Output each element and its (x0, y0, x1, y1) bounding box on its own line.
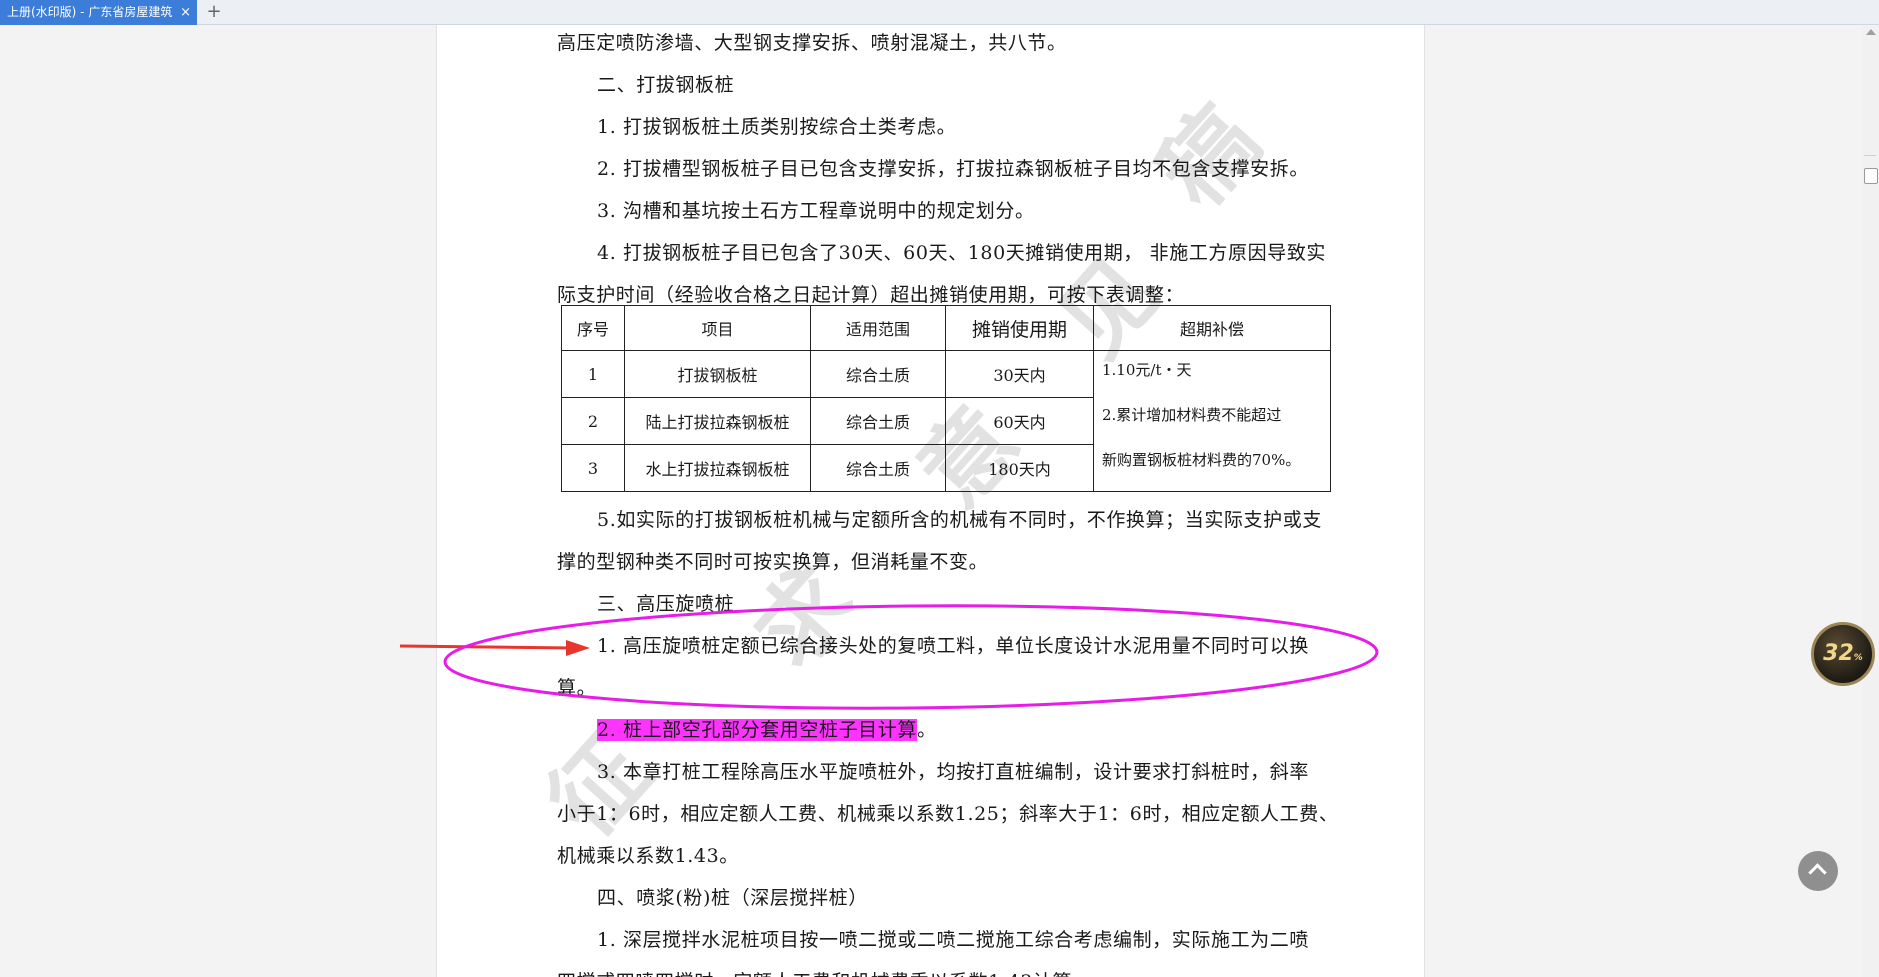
new-tab-button[interactable]: + (203, 0, 225, 24)
table-cell: 2 (561, 397, 625, 445)
paragraph: 四搅或四喷四搅时，定额人工费和机械费乘以系数1.43计算。 (557, 967, 1092, 977)
table-header-cell: 项目 (624, 305, 811, 351)
table-cell: 60天内 (945, 397, 1094, 445)
close-icon[interactable]: × (180, 0, 191, 25)
scroll-marker (1864, 155, 1876, 156)
scroll-up-icon[interactable] (1866, 29, 1876, 35)
table-header-cell: 适用范围 (810, 305, 946, 351)
section-heading: 四、喷浆(粉)桩（深层搅拌桩） (597, 887, 868, 909)
watermark-char: 稿 (1138, 86, 1280, 227)
remark-line: 2.累计增加材料费不能超过 (1102, 406, 1282, 424)
paragraph: 3. 沟槽和基坑按土石方工程章说明中的规定划分。 (597, 200, 1035, 222)
table-cell: 综合土质 (810, 397, 946, 445)
paragraph: 1. 深层搅拌水泥桩项目按一喷二搅或二喷二搅施工综合考虑编制，实际施工为二喷 (597, 929, 1309, 951)
table-cell: 180天内 (945, 444, 1094, 492)
section-heading: 三、高压旋喷桩 (597, 593, 735, 615)
table-cell: 打拔钢板桩 (624, 350, 811, 398)
table-row: 1 打拔钢板桩 综合土质 30天内 1.10元/t・天 2.累计增加材料费不能超… (561, 350, 1331, 492)
paragraph: 撑的型钢种类不同时可按实换算，但消耗量不变。 (557, 551, 989, 573)
paragraph: 1. 打拔钢板桩土质类别按综合土类考虑。 (597, 116, 957, 138)
table-header-cell: 超期补偿 (1093, 305, 1331, 351)
highlighted-paragraph: 2. 桩上部空孔部分套用空桩子目计算。 (597, 715, 937, 742)
table-cell: 1 (561, 350, 625, 398)
paragraph: 算。 (557, 677, 597, 699)
table-cell: 综合土质 (810, 444, 946, 492)
zoom-value: 32 (1823, 641, 1854, 666)
document-tab[interactable]: 上册(水印版) - 广东省房屋建筑 × (0, 0, 197, 25)
table-header-row: 序号 项目 适用范围 摊销使用期 超期补偿 (561, 305, 1331, 351)
table-cell: 综合土质 (810, 350, 946, 398)
back-to-top-button[interactable] (1798, 851, 1838, 891)
paragraph: 5.如实际的打拔钢板桩机械与定额所含的机械有不同时，不作换算；当实际支护或支 (597, 509, 1322, 531)
remark-line: 1.10元/t・天 (1102, 361, 1192, 379)
table-header-cell: 摊销使用期 (945, 305, 1094, 351)
period: 。 (916, 719, 937, 741)
compensation-table: 序号 项目 适用范围 摊销使用期 超期补偿 1 打拔钢板桩 综合土质 30天内 … (561, 305, 1331, 492)
tab-bar: 上册(水印版) - 广东省房屋建筑 × + (0, 0, 1879, 25)
paragraph: 高压定喷防渗墙、大型钢支撑安拆、喷射混凝土，共八节。 (557, 32, 1067, 54)
paragraph: 小于1：6时，相应定额人工费、机械乘以系数1.25；斜率大于1：6时，相应定额人… (557, 803, 1339, 825)
paragraph: 机械乘以系数1.43。 (557, 845, 739, 867)
table-cell: 陆上打拔拉森钢板桩 (624, 397, 811, 445)
tab-title: 上册(水印版) - 广东省房屋建筑 (7, 5, 173, 19)
remark-line: 新购置钢板桩材料费的70%。 (1102, 451, 1301, 469)
paragraph: 1. 高压旋喷桩定额已综合接头处的复喷工料，单位长度设计水泥用量不同时可以换 (597, 635, 1309, 657)
paragraph: 2. 打拔槽型钢板桩子目已包含支撑安拆，打拔拉森钢板桩子目均不包含支撑安拆。 (597, 158, 1309, 180)
scrollbar-thumb[interactable] (1864, 168, 1878, 184)
remark-cell: 1.10元/t・天 2.累计增加材料费不能超过 新购置钢板桩材料费的70%。 (1093, 350, 1331, 492)
table-cell: 3 (561, 444, 625, 492)
zoom-badge[interactable]: 32% (1811, 622, 1875, 686)
document-page[interactable]: 稿 见 意 求 征 高压定喷防渗墙、大型钢支撑安拆、喷射混凝土，共八节。 二、打… (436, 25, 1425, 977)
paragraph: 际支护时间（经验收合格之日起计算）超出摊销使用期，可按下表调整： (557, 284, 1185, 306)
paragraph: 4. 打拔钢板桩子目已包含了30天、60天、180天摊销使用期， 非施工方原因导… (597, 242, 1327, 264)
table-cell: 30天内 (945, 350, 1094, 398)
text-highlight: 2. 桩上部空孔部分套用空桩子目计算 (597, 719, 917, 741)
paragraph: 3. 本章打桩工程除高压水平旋喷桩外，均按打直桩编制，设计要求打斜桩时，斜率 (597, 761, 1309, 783)
section-heading: 二、打拔钢板桩 (597, 74, 735, 96)
table-cell: 水上打拔拉森钢板桩 (624, 444, 811, 492)
table-header-cell: 序号 (561, 305, 625, 351)
zoom-unit: % (1853, 653, 1863, 663)
